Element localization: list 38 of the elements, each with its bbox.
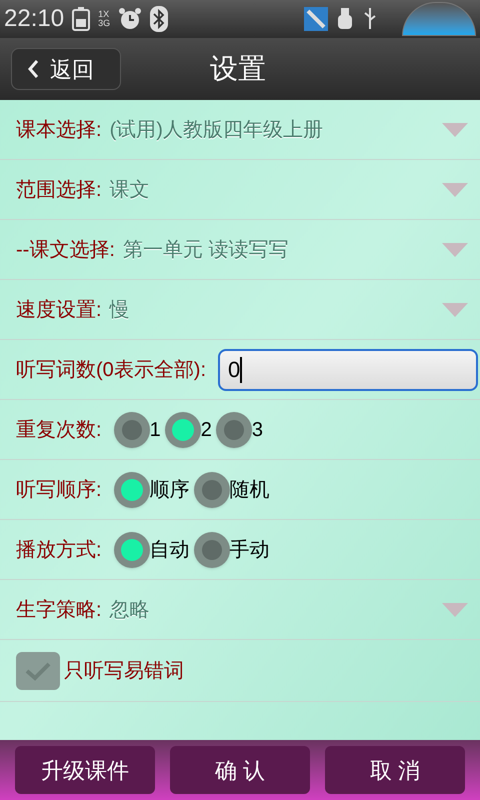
checkbox-label: 只听写易错词	[64, 658, 184, 684]
input-field[interactable]: 0	[218, 348, 478, 390]
setting-label: 播放方式:	[16, 538, 102, 562]
bluetooth-icon	[150, 6, 168, 32]
action-button[interactable]: 确 认	[170, 746, 310, 794]
setting-label: 生字策略:	[16, 598, 102, 622]
setting-label: 范围选择:	[16, 178, 102, 202]
checkmark-icon	[24, 660, 52, 680]
alarm-clock-icon	[118, 7, 142, 31]
dropdown-arrow-icon[interactable]	[442, 602, 468, 616]
dropdown[interactable]: (试用)人教版四年级上册	[102, 100, 480, 159]
battery-icon	[72, 7, 90, 31]
radio-option[interactable]: 随机	[194, 472, 274, 508]
signal-indicator: 1X 3G	[98, 10, 110, 28]
radio-option[interactable]: 自动	[114, 532, 194, 568]
dropdown-arrow-icon[interactable]	[442, 182, 468, 196]
checkbox[interactable]	[16, 652, 60, 690]
action-button[interactable]: 升级课件	[15, 746, 155, 794]
setting-label: --课文选择:	[16, 238, 115, 262]
radio-option[interactable]: 手动	[194, 532, 274, 568]
dropdown[interactable]: 第一单元 读读写写	[114, 220, 480, 279]
setting-label: 听写词数(0表示全部):	[16, 358, 206, 382]
setting-label: 听写顺序:	[16, 478, 102, 502]
back-button[interactable]: 返回	[11, 48, 121, 90]
radio-option[interactable]: 顺序	[114, 472, 194, 508]
dropdown[interactable]: 慢	[102, 280, 480, 339]
dropdown[interactable]: 课文	[102, 160, 480, 219]
dropdown-arrow-icon[interactable]	[442, 302, 468, 316]
chevron-left-icon	[28, 60, 38, 78]
dropdown-arrow-icon[interactable]	[442, 122, 468, 136]
action-button[interactable]: 取 消	[325, 746, 465, 794]
setting-label: 重复次数:	[16, 418, 102, 442]
setting-label: 速度设置:	[16, 298, 102, 322]
dropdown[interactable]: 忽略	[102, 580, 480, 639]
setting-label: 课本选择:	[16, 118, 102, 142]
clock: 22:10	[4, 4, 64, 34]
dropdown-arrow-icon[interactable]	[442, 242, 468, 256]
page-title: 设置	[210, 52, 266, 86]
